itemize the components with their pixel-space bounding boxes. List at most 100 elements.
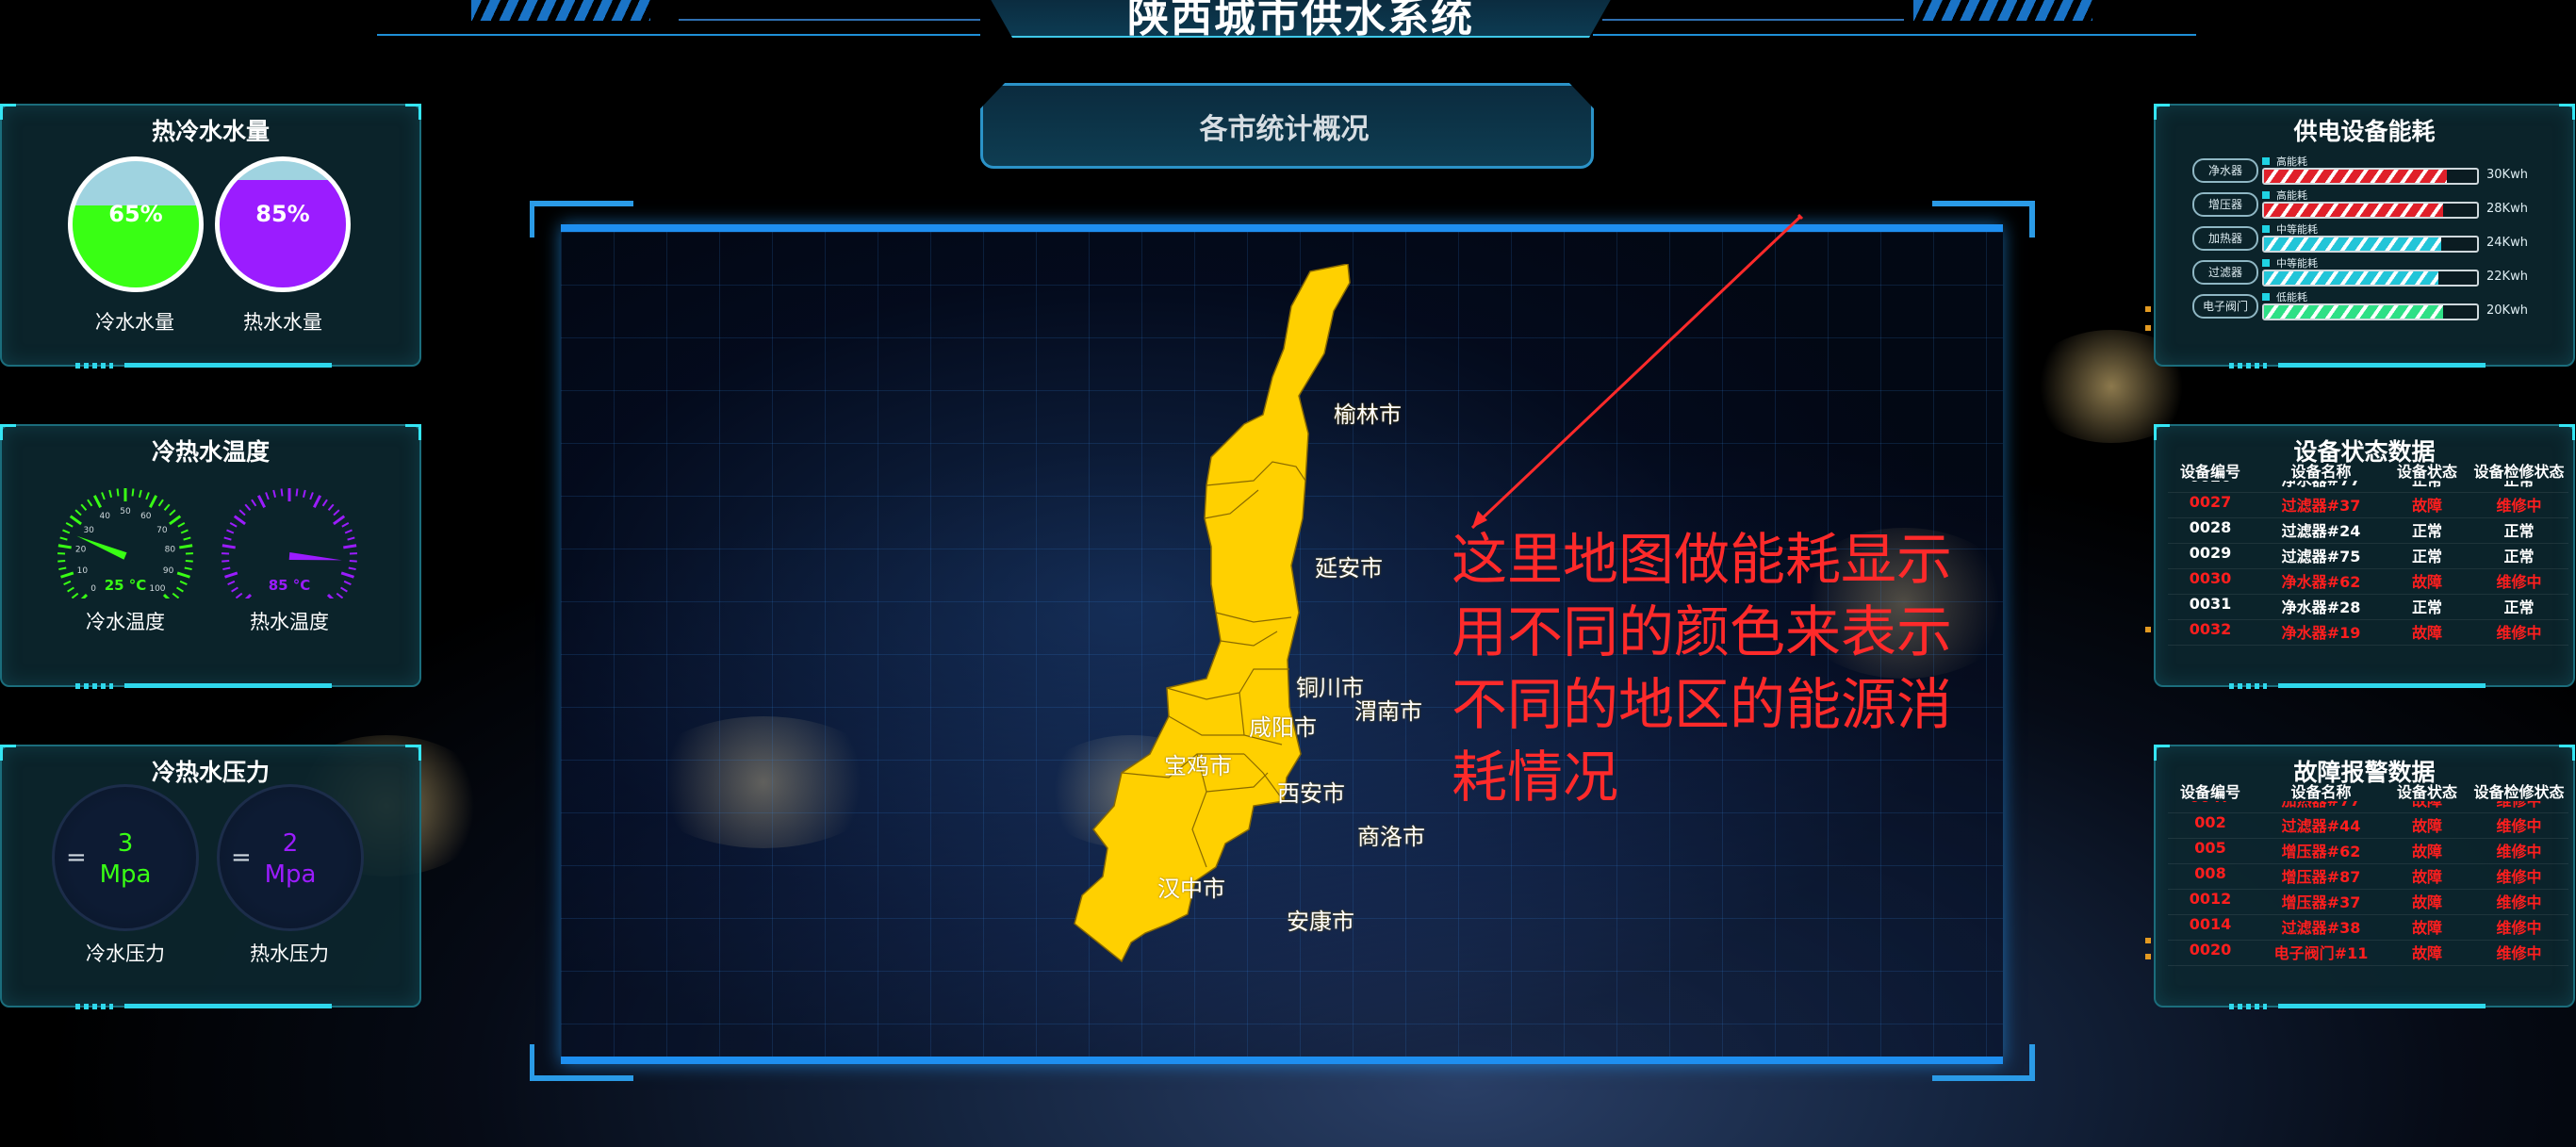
annotation-text: 这里地图做能耗显示 用不同的颜色来表示 不同的地区的能源消 耗情况 <box>1452 523 2017 813</box>
gauge-tick <box>184 566 192 571</box>
energy-bar <box>2262 236 2479 253</box>
table-row[interactable]: 0012 增压器#37 故障 维修中 <box>2168 890 2568 915</box>
energy-bar-fill <box>2264 305 2443 319</box>
level-marker-icon <box>2262 225 2270 233</box>
city-label-xian: 西安市 <box>1277 780 1345 807</box>
table-row[interactable]: 002 过滤器#44 故障 维修中 <box>2168 813 2568 839</box>
side-tick <box>2145 325 2151 331</box>
gauge-tick <box>80 503 88 511</box>
gauge-tick <box>145 492 150 500</box>
row-divider <box>2168 965 2568 966</box>
table-row[interactable]: 005 增压器#62 故障 维修中 <box>2168 839 2568 864</box>
energy-level-label: 低能耗 <box>2276 291 2307 303</box>
header-line-left-2 <box>679 19 980 21</box>
column-header: 设备名称 <box>2290 463 2352 481</box>
panel-dots <box>2229 683 2267 689</box>
gauge-tick <box>74 509 82 516</box>
table-row[interactable]: 0028 过滤器#24 正常 正常 <box>2168 518 2568 544</box>
annotation-line: 不同的地区的能源消 <box>1452 672 1953 737</box>
gauge-tick <box>256 495 267 509</box>
gauge-tick <box>71 592 79 598</box>
gauge-tick <box>185 560 193 563</box>
gauge-tick <box>116 488 120 497</box>
table-row[interactable]: 0030 净水器#62 故障 维修中 <box>2168 569 2568 595</box>
energy-value: 20Kwh <box>2486 303 2528 318</box>
table-row[interactable]: 0032 净水器#19 故障 维修中 <box>2168 620 2568 646</box>
panel-foot <box>2278 683 2486 688</box>
cell-repair: 维修中 <box>2496 497 2542 515</box>
hot-water-gauge: 85% <box>215 156 351 292</box>
table-row[interactable]: 008 增压器#87 故障 维修中 <box>2168 864 2568 890</box>
city-label-baoji: 宝鸡市 <box>1164 753 1232 779</box>
hot-pressure-label: 热水压力 <box>250 942 329 965</box>
gauge-tick <box>101 492 106 500</box>
table-row[interactable]: 0020 电子阀门#11 故障 维修中 <box>2168 941 2568 966</box>
gauge-tick <box>321 499 328 507</box>
table-row[interactable]: 0027 过滤器#37 故障 维修中 <box>2168 493 2568 518</box>
device-label: 加热器 <box>2192 226 2258 251</box>
gauge-tick-label: 80 <box>165 545 176 554</box>
gauge-tick <box>343 544 357 549</box>
cold-water-gauge: 65% <box>68 156 204 292</box>
gauge-tick <box>336 592 344 598</box>
table-row[interactable]: 0031 净水器#28 正常 正常 <box>2168 595 2568 620</box>
city-label-ankang: 安康市 <box>1287 909 1354 935</box>
table-row[interactable]: 0029 过滤器#75 正常 正常 <box>2168 544 2568 569</box>
gauge-tick <box>348 566 356 571</box>
gauge-tick <box>229 521 238 528</box>
gauge-tick <box>131 488 135 497</box>
fault-alarm-table[interactable]: 0047 加热器#77 故障 维修中 002 过滤器#44 故障 维修中 005… <box>2157 801 2569 971</box>
cell-id: 005 <box>2194 839 2226 857</box>
energy-level-label: 中等能耗 <box>2276 257 2318 270</box>
province-shape[interactable] <box>1074 264 1351 963</box>
gauge-tick <box>80 593 89 598</box>
gauge-tick <box>162 593 171 598</box>
hot-pressure-value: 2 <box>282 829 299 858</box>
gauge-tick <box>69 515 82 526</box>
header-bar: 陕西城市供水系统 <box>0 0 2576 57</box>
cell-id: 0029 <box>2189 544 2232 562</box>
city-label-yanan: 延安市 <box>1315 555 1383 582</box>
gauge-tick <box>57 544 72 549</box>
gauge-tick <box>108 489 113 499</box>
cell-repair: 正常 <box>2503 548 2535 565</box>
cell-name: 净水器#62 <box>2281 573 2361 591</box>
cold-water-label: 冷水水量 <box>95 311 174 334</box>
hot-temp-value: 85 °C <box>268 577 311 594</box>
shaanxi-map[interactable] <box>1065 264 1489 1018</box>
level-marker-icon <box>2262 191 2270 199</box>
cell-status: 故障 <box>2411 944 2442 962</box>
cold-water-value: 65% <box>108 201 163 227</box>
header-line-right <box>1593 34 2196 36</box>
gauge-tick <box>157 499 164 507</box>
cold-temp-value: 25 °C <box>104 577 147 594</box>
gauge-tick <box>222 560 230 563</box>
cell-status: 故障 <box>2411 868 2442 886</box>
gauge-tick <box>179 544 193 549</box>
column-header: 设备检修状态 <box>2473 783 2565 801</box>
header-stripes-right <box>1913 0 2092 21</box>
gauge-tick <box>244 593 253 598</box>
panel-dots <box>75 1004 113 1009</box>
cell-id: 0026 <box>2168 481 2253 485</box>
gauge-tick <box>333 515 346 526</box>
energy-bar <box>2262 303 2479 320</box>
device-status-table[interactable]: 0026 净水器#77 正常 正常 0027 过滤器#37 故障 维修中 002… <box>2157 481 2569 650</box>
cell-id: 0030 <box>2189 569 2232 587</box>
gauge-tick <box>341 521 350 528</box>
cell-name: 增压器#62 <box>2281 843 2361 860</box>
cell-name: 过滤器#44 <box>2281 817 2361 835</box>
hot-temp-label: 热水温度 <box>250 611 329 633</box>
gauge-tick <box>251 499 257 507</box>
cell-status: 故障 <box>2411 573 2442 591</box>
energy-value: 24Kwh <box>2486 236 2528 250</box>
energy-bar-fill <box>2264 170 2448 183</box>
table-row[interactable]: 0014 过滤器#38 故障 维修中 <box>2168 915 2568 941</box>
energy-bar <box>2262 270 2479 287</box>
cell-repair: 维修中 <box>2469 801 2568 811</box>
cell-repair: 维修中 <box>2496 843 2542 860</box>
level-marker-icon <box>2262 293 2270 301</box>
cell-status: 故障 <box>2411 919 2442 937</box>
cell-repair: 维修中 <box>2496 893 2542 911</box>
hot-water-value: 85% <box>255 201 310 227</box>
